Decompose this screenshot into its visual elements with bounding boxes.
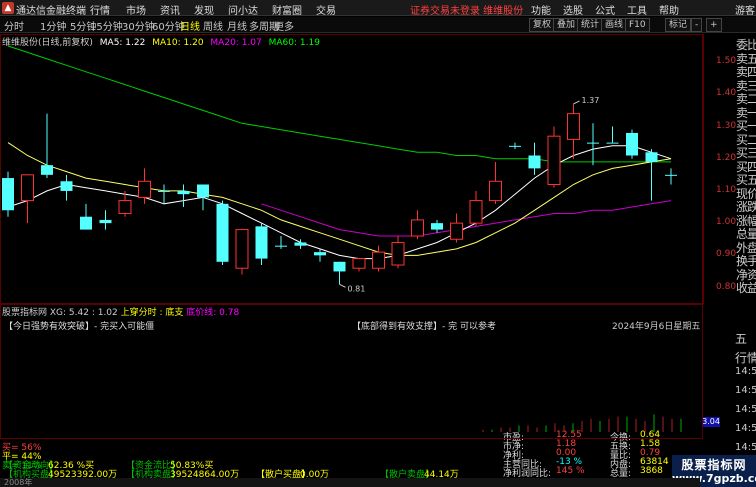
guest-label[interactable]: 游客 [735,2,755,17]
candle-body [411,219,424,237]
candle-body [469,200,483,224]
ma60-line [7,45,671,163]
zoom-in-button[interactable]: + [706,18,722,32]
candle-body [645,152,658,162]
candle-body [567,113,580,140]
period-weekly[interactable]: 周线 [203,18,223,33]
menu-formula[interactable]: 公式 [595,2,615,17]
time-tick: 14:57 [735,404,756,415]
candle-body [294,242,307,246]
app-title: 通达信金融终端 [16,6,86,17]
ma20-label: MA20: 1.07 [210,38,262,48]
f10-button[interactable]: F10 [625,18,650,32]
draw-button[interactable]: 画线 [601,18,628,32]
menu-ask[interactable]: 问小达 [228,2,258,17]
candle-body [197,184,209,198]
mark-button[interactable]: 标记 [665,18,692,32]
candle-body [118,200,132,214]
indicator-frame [0,304,703,439]
menu-stock-picker[interactable]: 选股 [563,2,583,17]
app-logo-icon: ▲ [2,2,14,14]
period-monthly[interactable]: 月线 [227,18,247,33]
candle-body [372,251,385,269]
fundamental-value: 145 % [556,466,585,476]
menu-quotes[interactable]: 行情 [90,2,110,17]
menu-help[interactable]: 帮助 [659,2,679,17]
stats-button[interactable]: 统计 [577,18,604,32]
time-tick: 14:59 [735,442,756,453]
menu-fortune[interactable]: 财富圈 [272,2,302,17]
candle-body [177,190,190,195]
ma10-label: MA10: 1.20 [152,38,204,48]
candle-body [431,223,443,230]
menu-discover[interactable]: 发现 [194,2,214,17]
candle-body [60,181,73,191]
ma20-line [261,200,672,237]
side-stack-quotes[interactable]: 行情 [735,349,756,366]
ma5-line [7,145,672,260]
ma-legend: 维维股份(日线,前复权) MA5: 1.22 MA10: 1.20 MA20: … [2,35,324,48]
candle-body [450,222,463,240]
period-more[interactable]: 更多 [274,18,294,33]
candle-body [547,135,561,185]
candle-body [138,180,151,198]
candle-body [606,142,619,144]
menu-functions[interactable]: 功能 [531,2,551,17]
candle-body [587,142,599,144]
candle-body [509,145,521,147]
indicator-chart [0,304,703,439]
candle-body [489,180,502,202]
overlay-button[interactable]: 叠加 [553,18,580,32]
candle-body [99,219,112,224]
menu-news[interactable]: 资讯 [160,2,180,17]
menu-market[interactable]: 市场 [126,2,146,17]
stock-name-label: 维维股份(日线,前复权) [2,38,93,48]
candle-body [314,252,326,256]
period-daily[interactable]: 日线 [180,18,200,33]
low-marker-line [339,283,346,288]
candle-body [333,261,346,272]
adjust-button[interactable]: 复权 [529,18,556,32]
ma60-label: MA60: 1.19 [268,38,320,48]
candle-body [21,174,34,202]
turnover-value: 3868 [640,466,663,476]
period-timeshare[interactable]: 分时 [4,18,24,33]
candle-body [216,203,229,262]
period-30min[interactable]: 30分钟 [122,18,155,33]
candle-body [528,155,541,169]
ma10-line [7,142,672,256]
candle-body [2,178,14,211]
time-tick: 14:58 [735,423,756,434]
bottom-year-label: 2008年 [4,478,33,487]
candle-body [80,216,92,230]
high-marker-label: 1.37 [582,96,600,105]
candle-body [235,229,249,269]
bottom-scroll-bar[interactable] [0,478,700,487]
candle-body [391,241,405,266]
time-tick: 14:56 [735,385,756,396]
period-1min[interactable]: 1分钟 [40,18,66,33]
menu-tools[interactable]: 工具 [627,2,647,17]
candle-body [626,132,638,156]
ma5-label: MA5: 1.22 [99,38,146,48]
time-tick: 14:55 [735,366,756,377]
low-marker-label: 0.81 [348,284,366,293]
zoom-out-button[interactable]: - [691,18,703,32]
high-marker-line [573,100,580,105]
candle-body [665,174,677,176]
watermark-title: 股票指标网 [681,458,747,472]
indicator-value-box: 3.04 [702,417,720,427]
chart-frame [0,34,703,304]
menu-trade[interactable]: 交易 [316,2,336,17]
side-stack-five: 五 [735,332,748,346]
kline-chart[interactable]: 1.37 0.81 [0,34,703,304]
candle-body [41,165,53,175]
candle-body [158,190,170,192]
side-label: 收益 [736,281,756,295]
candle-body [275,245,287,247]
login-notice[interactable]: 证券交易未登录 维维股份 [410,2,523,17]
period-15min[interactable]: 15分钟 [90,18,123,33]
candle-body [255,226,268,259]
candle-body [352,258,366,269]
